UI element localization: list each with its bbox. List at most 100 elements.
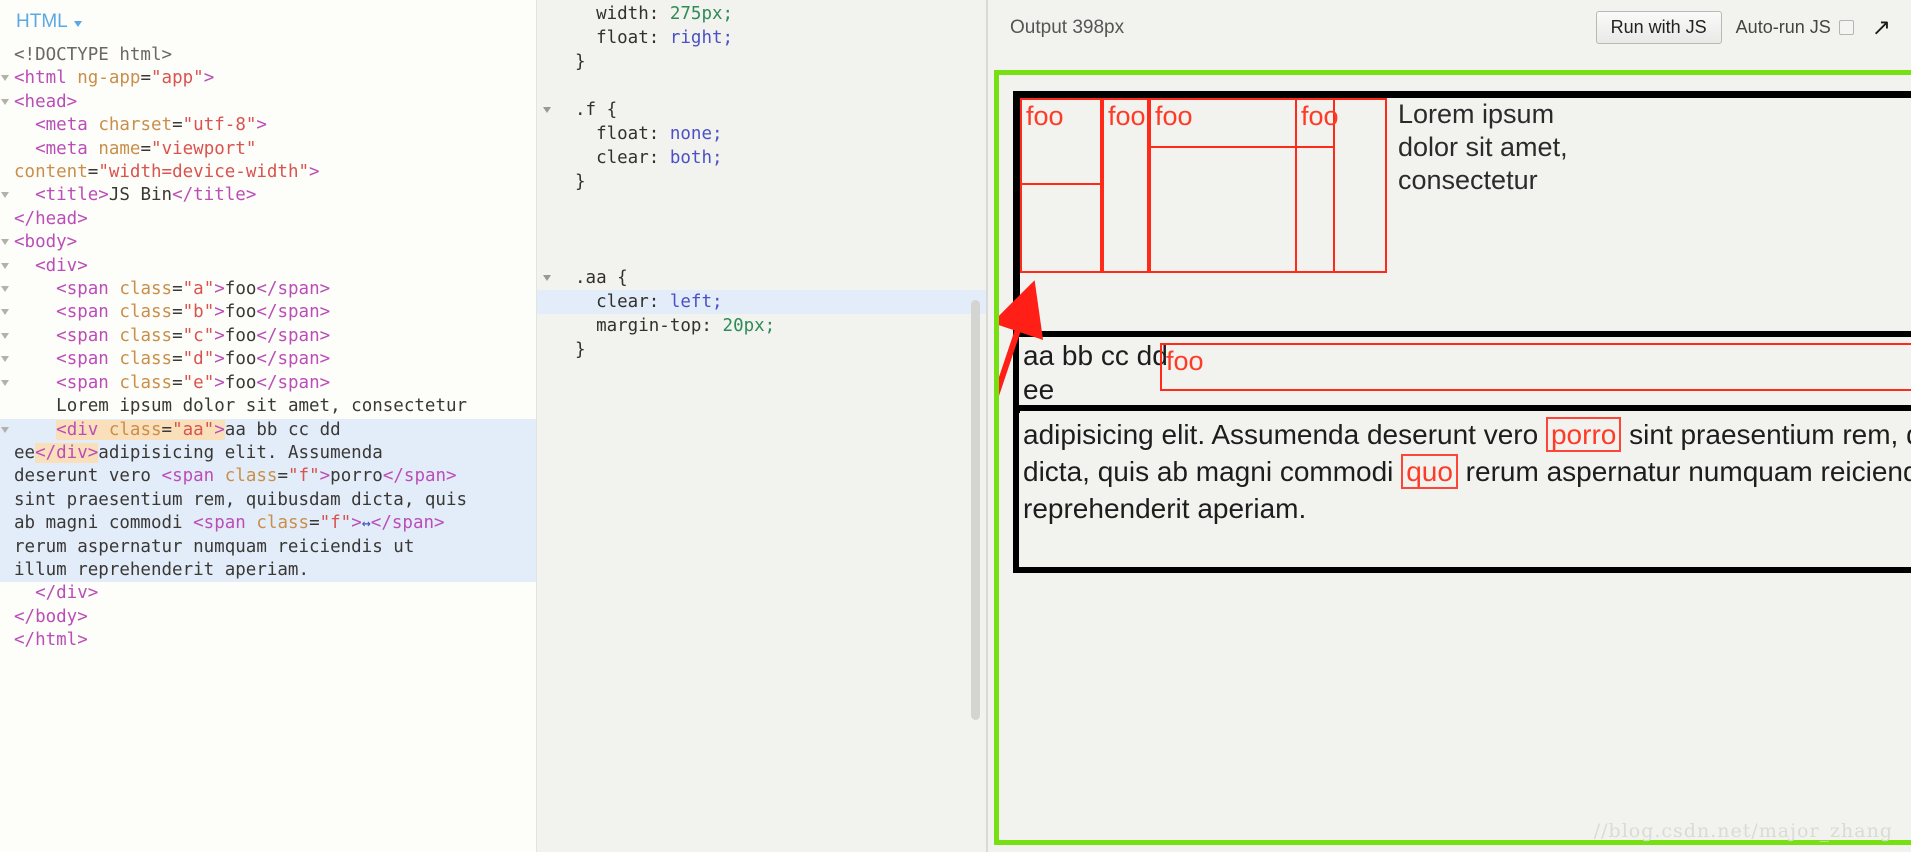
code-token-tag: </span> <box>256 349 331 370</box>
css-panel-scrollbar[interactable] <box>971 300 980 720</box>
css-line: float: none; <box>537 122 986 146</box>
code-token-tag: <body> <box>14 232 78 253</box>
collapsed-text-icon[interactable]: ↔ <box>362 514 371 532</box>
code-token-string: "width=device-width" <box>98 162 310 183</box>
css-line: .aa { <box>537 266 986 290</box>
code-line: <span class="e">foo</span> <box>0 372 536 395</box>
code-token-tag: span <box>172 466 215 487</box>
fold-arrow-icon[interactable] <box>543 107 551 113</box>
code-gt: > <box>214 325 225 346</box>
css-space <box>712 316 723 336</box>
css-token-property: margin-top: <box>596 316 712 336</box>
css-line: clear: both; <box>537 146 986 170</box>
css-token-value: none; <box>669 124 723 144</box>
css-line-blank <box>537 74 986 98</box>
code-eq: = <box>140 68 151 89</box>
fold-arrow-icon[interactable] <box>1 75 9 82</box>
code-eq: = <box>309 513 320 534</box>
css-line: margin-top: 20px; <box>537 314 986 338</box>
code-eq: = <box>172 325 183 346</box>
preview-paragraph-box: adipisicing elit. Assumenda deserunt ver… <box>1013 413 1911 573</box>
css-token-value: 20px; <box>722 316 776 336</box>
code-lt: <div <box>56 419 109 440</box>
code-lt: < <box>161 466 173 487</box>
css-token-brace: } <box>575 172 586 192</box>
code-lt: < <box>193 513 204 534</box>
code-token-text: ee <box>14 442 36 463</box>
code-token-text: aa bb cc dd <box>224 419 341 440</box>
fold-arrow-icon[interactable] <box>1 426 9 433</box>
foo-box-a: foo <box>1020 98 1102 185</box>
code-token-text: ab magni commodi <box>14 513 194 534</box>
auto-run-js-toggle[interactable]: Auto-run JS <box>1736 17 1854 38</box>
code-token-string: "app" <box>151 68 204 89</box>
css-line-selected: clear: left; <box>537 290 986 314</box>
chevron-down-icon[interactable] <box>73 20 82 27</box>
code-gt: > <box>351 513 362 534</box>
code-token-attr: charset <box>98 115 173 136</box>
css-code-area[interactable]: width: 275px; float: right; } .f { float… <box>537 0 986 362</box>
code-eq: = <box>172 349 183 370</box>
code-token-attr: class <box>119 372 173 393</box>
code-token-tag: </div> <box>35 583 99 604</box>
fold-arrow-icon[interactable] <box>1 262 9 269</box>
fold-arrow-icon[interactable] <box>1 309 9 316</box>
fold-arrow-icon[interactable] <box>1 379 9 386</box>
css-token-property: width: <box>596 4 660 24</box>
code-token-tag: span <box>203 513 246 534</box>
fold-arrow-icon[interactable] <box>1 356 9 363</box>
fold-arrow-icon[interactable] <box>1 332 9 339</box>
code-token-attr: class <box>119 302 173 323</box>
run-with-js-button[interactable]: Run with JS <box>1595 11 1722 44</box>
code-token-text: JS Bin <box>108 185 173 206</box>
foo-box-d: foo <box>1295 98 1387 273</box>
code-line: </div> <box>0 582 536 605</box>
code-gt: > <box>214 349 225 370</box>
fold-arrow-icon[interactable] <box>1 286 9 293</box>
code-token-tag: span <box>66 302 109 323</box>
fold-arrow-icon[interactable] <box>1 98 9 105</box>
css-token-brace: } <box>575 52 586 72</box>
code-lt: < <box>56 349 67 370</box>
fold-arrow-icon[interactable] <box>543 275 551 281</box>
code-token-attr: class <box>119 325 173 346</box>
code-token-tag: </span> <box>370 513 445 534</box>
code-token-string: "f" <box>288 466 320 487</box>
auto-run-js-checkbox[interactable] <box>1838 20 1854 35</box>
preview-porro-box: porro <box>1545 417 1622 452</box>
code-line: <meta charset="utf-8"> <box>0 114 536 137</box>
html-panel-header[interactable]: HTML <box>0 0 536 36</box>
fold-arrow-icon[interactable] <box>1 192 9 199</box>
css-token-value: right; <box>669 28 734 48</box>
code-token-tag: </span> <box>256 279 331 300</box>
code-token-tag: span <box>66 325 109 346</box>
code-gt: > <box>256 115 267 136</box>
css-space <box>659 292 670 312</box>
code-token-doctype: <!DOCTYPE html> <box>14 45 173 65</box>
code-token-tag: </span> <box>256 372 331 393</box>
code-token-text: sint praesentium rem, quibusdam dicta, q… <box>14 489 468 510</box>
code-token-attr: name <box>98 138 141 159</box>
css-token-brace: } <box>575 340 586 360</box>
code-line-selected: ee</div>adipisicing elit. Assumenda <box>0 441 536 466</box>
code-token-attr: class <box>119 349 173 370</box>
expand-arrow-icon[interactable]: ↗ <box>1872 16 1891 39</box>
code-eq: = <box>172 279 183 300</box>
preview-aa-foo-box: foo <box>1160 343 1911 391</box>
css-line: .f { <box>537 98 986 122</box>
fold-arrow-icon[interactable] <box>1 239 9 246</box>
code-token-text: foo <box>224 325 257 346</box>
css-token-property: clear: <box>596 292 660 312</box>
html-code-area[interactable]: <!DOCTYPE html> <html ng-app="app"> <hea… <box>0 36 536 653</box>
code-token-attr: class <box>119 279 173 300</box>
